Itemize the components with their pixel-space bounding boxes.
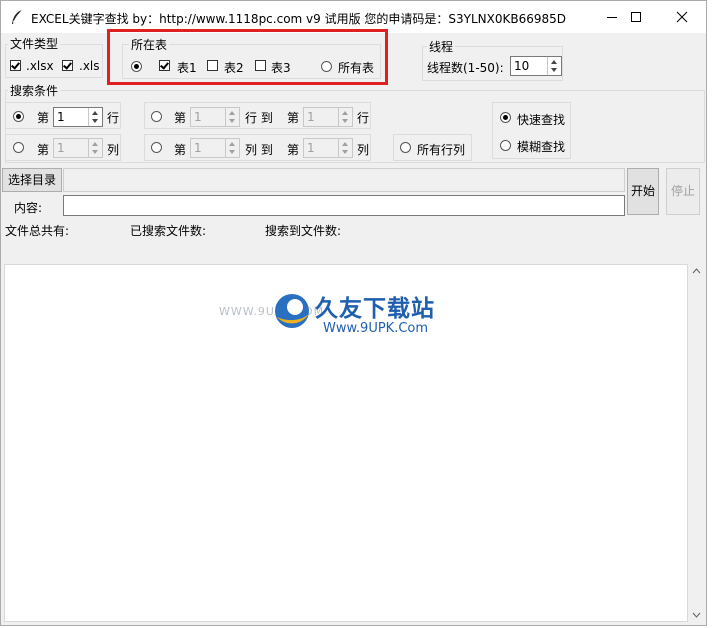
row-value: 1 <box>57 110 65 124</box>
content-input[interactable] <box>63 195 625 216</box>
all-rows-cols-radio[interactable] <box>400 142 411 153</box>
close-icon <box>676 11 688 23</box>
row-range-prefix: 第 <box>174 111 187 125</box>
row-range-to-value: 1 <box>307 110 315 124</box>
threads-legend: 线程 <box>427 38 456 55</box>
close-button[interactable] <box>659 1 705 33</box>
xlsx-checkbox[interactable] <box>10 60 21 71</box>
highlight-box <box>107 29 388 85</box>
window-title: EXCEL关键字查找 by：http://www.1118pc.com v9 试… <box>31 12 567 26</box>
threads-stepper[interactable]: 10 <box>510 56 562 76</box>
row-mode-prefix: 第 <box>37 111 50 125</box>
col-range-radio[interactable] <box>151 142 162 153</box>
fast-search-radio[interactable] <box>500 112 511 123</box>
feather-icon <box>12 9 23 24</box>
row-range-prefix2: 第 <box>287 111 300 125</box>
threads-value: 10 <box>514 59 530 73</box>
row-range-from-stepper[interactable]: 1 <box>190 107 240 127</box>
search-conditions-legend: 搜索条件 <box>8 82 61 99</box>
fuzzy-search-radio[interactable] <box>500 140 511 151</box>
start-button[interactable]: 开始 <box>627 168 659 215</box>
watermark-url: Www.9UPK.Com <box>323 321 429 336</box>
stepper-arrows-icon[interactable] <box>338 139 352 157</box>
row-range-to-stepper[interactable]: 1 <box>303 107 353 127</box>
all-rows-cols-label: 所有行列 <box>417 143 466 157</box>
col-range-to-value: 1 <box>307 141 315 155</box>
watermark-brand: 久友下载站 <box>315 296 435 322</box>
fast-search-label: 快速查找 <box>517 113 566 127</box>
col-value: 1 <box>57 141 65 155</box>
maximize-icon <box>631 12 641 22</box>
row-mode-suffix: 行 <box>107 111 120 125</box>
col-range-from-value: 1 <box>194 141 202 155</box>
stepper-arrows-icon[interactable] <box>88 139 102 157</box>
xlsx-label: .xlsx <box>26 59 54 73</box>
col-mode-prefix: 第 <box>37 143 50 157</box>
stepper-arrows-icon[interactable] <box>225 139 239 157</box>
select-directory-button[interactable]: 选择目录 <box>2 168 62 192</box>
results-list[interactable]: WWW.9UPK.COM 久友下载站 Www.9UPK.Com <box>4 264 688 622</box>
col-range-from-stepper[interactable]: 1 <box>190 138 240 158</box>
col-stepper[interactable]: 1 <box>53 138 103 158</box>
directory-field[interactable] <box>63 168 625 192</box>
row-range-radio[interactable] <box>151 111 162 122</box>
stop-button[interactable]: 停止 <box>666 168 700 215</box>
found-files-label: 搜索到文件数: <box>265 224 342 238</box>
xls-checkbox[interactable] <box>62 60 73 71</box>
col-range-to-stepper[interactable]: 1 <box>303 138 353 158</box>
fuzzy-search-label: 模糊查找 <box>517 140 566 154</box>
maximize-button[interactable] <box>613 1 659 33</box>
main-window: EXCEL关键字查找 by：http://www.1118pc.com v9 试… <box>0 0 707 626</box>
row-stepper[interactable]: 1 <box>53 107 103 127</box>
total-files-label: 文件总共有: <box>5 224 70 238</box>
watermark-logo-icon <box>275 294 309 328</box>
results-scrollbar[interactable] <box>688 264 705 622</box>
col-mode-radio[interactable] <box>13 142 24 153</box>
row-range-from-value: 1 <box>194 110 202 124</box>
col-range-mid: 列 到 <box>245 143 273 157</box>
col-range-prefix: 第 <box>174 143 187 157</box>
row-mode-radio[interactable] <box>13 111 24 122</box>
threads-label: 线程数(1-50): <box>427 61 504 75</box>
content-label: 内容: <box>14 201 43 215</box>
col-range-suffix: 列 <box>357 143 370 157</box>
scroll-arrows-icon <box>692 268 701 618</box>
col-mode-suffix: 列 <box>107 143 120 157</box>
xls-label: .xls <box>79 59 100 73</box>
file-type-legend: 文件类型 <box>8 35 61 52</box>
row-range-mid: 行 到 <box>245 111 273 125</box>
searched-files-label: 已搜索文件数: <box>130 224 207 238</box>
stepper-arrows-icon[interactable] <box>225 108 239 126</box>
col-range-prefix2: 第 <box>287 143 300 157</box>
row-range-suffix: 行 <box>357 111 370 125</box>
stepper-arrows-icon[interactable] <box>88 108 102 126</box>
stepper-arrows-icon[interactable] <box>338 108 352 126</box>
stepper-arrows-icon[interactable] <box>547 57 561 75</box>
